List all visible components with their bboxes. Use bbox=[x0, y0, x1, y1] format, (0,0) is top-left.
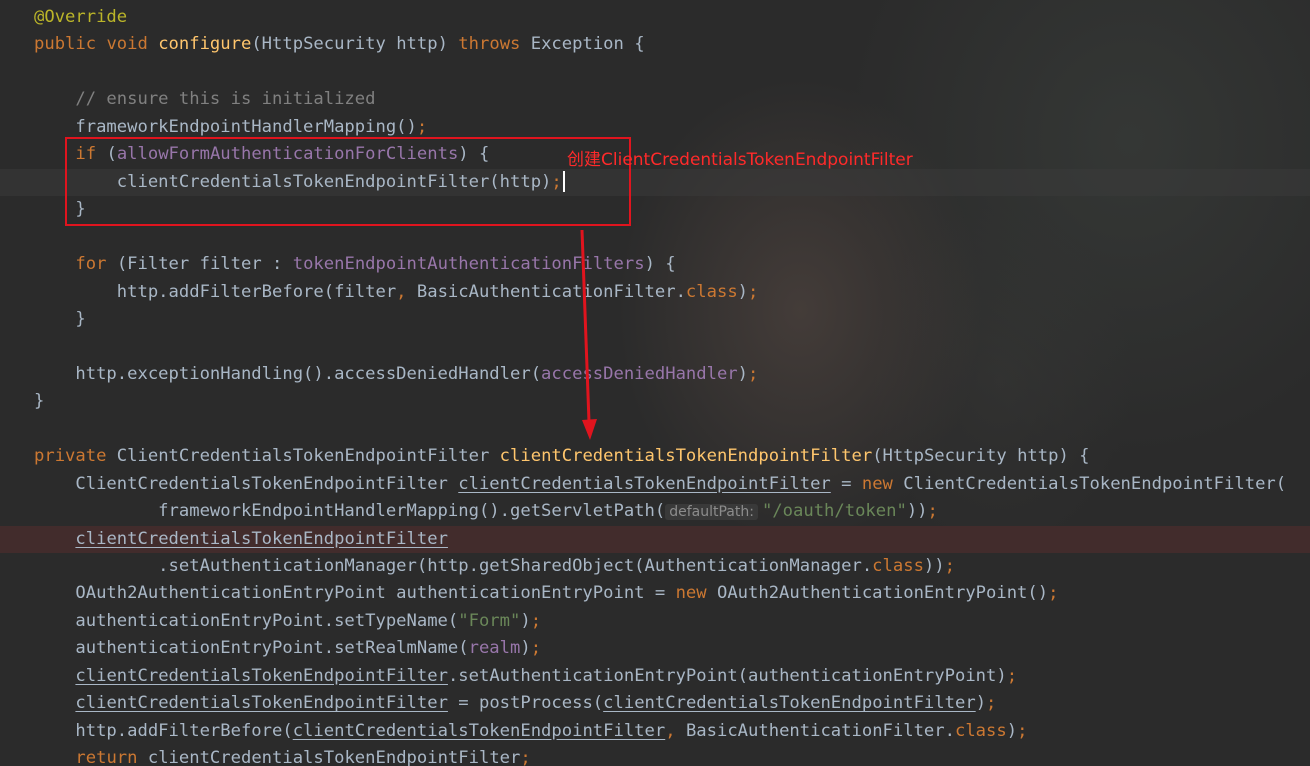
annotation-arrow bbox=[580, 229, 597, 440]
arrow-shaft bbox=[580, 229, 591, 423]
arrow-head bbox=[582, 419, 597, 440]
